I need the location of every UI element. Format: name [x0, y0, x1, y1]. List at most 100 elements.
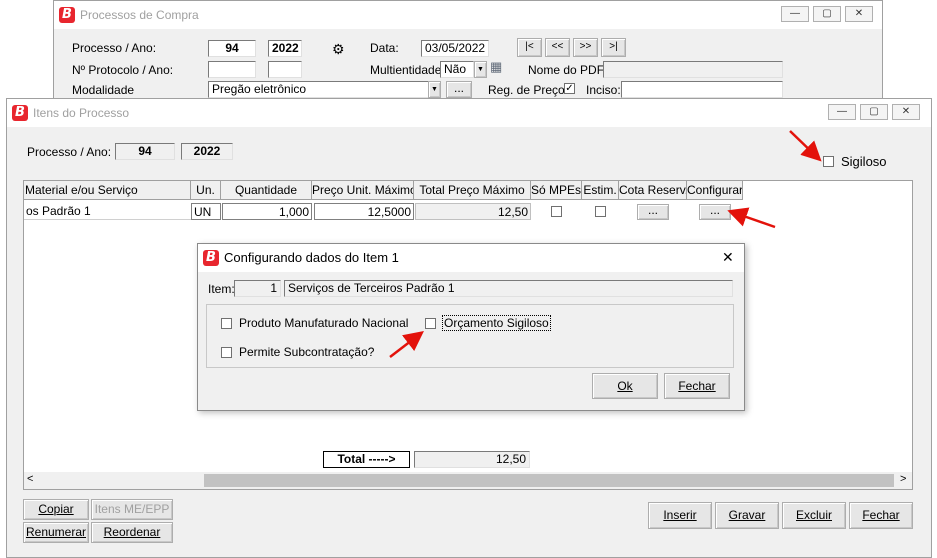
nome-pdf-field[interactable] [603, 61, 783, 78]
dialog-item-number: 1 [234, 280, 281, 297]
scroll-right-icon[interactable]: > [900, 473, 906, 485]
search-process-icon[interactable]: ⚙ [332, 41, 345, 58]
processos-titlebar[interactable]: B Processos de Compra — ▢ ✕ [54, 1, 882, 29]
nav-first-button[interactable]: |< [517, 38, 542, 57]
row-preco-unit-cell[interactable]: 12,5000 [314, 203, 414, 220]
minimize-icon[interactable]: — [781, 6, 809, 22]
nav-prev-button[interactable]: << [545, 38, 570, 57]
row-configurar-button[interactable]: ... [699, 204, 731, 220]
dialog-ok-button[interactable]: Ok [592, 373, 658, 399]
dialog-title: Configurando dados do Item 1 [224, 250, 399, 265]
row-cota-reserv-button[interactable]: ... [637, 204, 669, 220]
col-configurar-header[interactable]: Configurar [687, 181, 743, 200]
dialog-item-label: Item: [208, 282, 235, 296]
horizontal-scrollbar[interactable]: < > [24, 472, 912, 489]
scrollbar-thumb[interactable] [204, 474, 894, 487]
renumerar-label: Renumerar [25, 525, 87, 539]
row-total-cell: 12,50 [415, 203, 531, 220]
orcamento-sigiloso-label: Orçamento Sigiloso [442, 315, 551, 331]
itens-processo-field: 94 [115, 143, 175, 160]
minimize-icon[interactable]: — [828, 104, 856, 120]
produto-nacional-label: Produto Manufaturado Nacional [239, 316, 409, 330]
maximize-icon[interactable]: ▢ [860, 104, 888, 120]
dialog-fechar-label: Fechar [678, 379, 716, 393]
inserir-label: Inserir [663, 508, 697, 522]
data-field[interactable]: 03/05/2022 [421, 40, 489, 57]
maximize-icon[interactable]: ▢ [813, 6, 841, 22]
col-preco-unit-header[interactable]: Preço Unit. Máximo [312, 181, 414, 200]
itens-processo-label: Processo / Ano: [27, 145, 112, 159]
total-label: Total -----> [323, 451, 410, 468]
close-icon[interactable]: ✕ [845, 6, 873, 22]
row-material-cell[interactable]: os Padrão 1 [24, 203, 191, 220]
excluir-label: Excluir [795, 508, 832, 522]
dialog-close-icon[interactable]: ✕ [722, 249, 734, 266]
col-so-mpes-header[interactable]: Só MPEs [531, 181, 582, 200]
excluir-button[interactable]: Excluir [782, 502, 846, 529]
itens-title: Itens do Processo [33, 106, 130, 120]
processo-number-field[interactable]: 94 [208, 40, 256, 57]
row-un-cell[interactable]: UN [191, 203, 221, 220]
sigiloso-checkbox[interactable] [823, 156, 834, 167]
reordenar-label: Reordenar [103, 525, 161, 539]
configurar-item-dialog: B Configurando dados do Item 1 ✕ Item: 1… [197, 243, 745, 411]
app-logo-icon: B [12, 105, 28, 121]
copiar-button[interactable]: Copiar [23, 499, 89, 520]
produto-nacional-checkbox[interactable] [221, 318, 232, 329]
dialog-ok-label: Ok [617, 379, 633, 393]
processo-ano-label: Processo / Ano: [72, 41, 157, 55]
col-quantidade-header[interactable]: Quantidade [221, 181, 312, 200]
row-so-mpes-checkbox[interactable] [551, 206, 562, 217]
protocolo-year-field[interactable] [268, 61, 302, 78]
col-material-header[interactable]: Material e/ou Serviço [24, 181, 191, 200]
modalidade-label: Modalidade [72, 83, 135, 97]
processos-compra-window: B Processos de Compra — ▢ ✕ Processo / A… [53, 0, 883, 110]
gravar-button[interactable]: Gravar [715, 502, 779, 529]
itens-ano-field: 2022 [181, 143, 233, 160]
protocolo-ano-label: Nº Protocolo / Ano: [72, 63, 174, 77]
scroll-left-icon[interactable]: < [27, 473, 33, 485]
modalidade-select[interactable]: Pregão eletrônico [208, 81, 441, 98]
fechar-button[interactable]: Fechar [849, 502, 913, 529]
orcamento-sigiloso-checkbox[interactable] [425, 318, 436, 329]
row-estim-checkbox[interactable] [595, 206, 606, 217]
multientidade-select[interactable]: Não [440, 61, 474, 78]
nav-last-button[interactable]: >| [601, 38, 626, 57]
data-label: Data: [370, 41, 399, 55]
nav-next-button[interactable]: >> [573, 38, 598, 57]
total-value: 12,50 [414, 451, 530, 468]
building-icon[interactable]: ▦ [490, 59, 502, 75]
reg-preco-label: Reg. de Preço [488, 83, 565, 97]
protocolo-number-field[interactable] [208, 61, 256, 78]
dialog-fechar-button[interactable]: Fechar [664, 373, 730, 399]
processo-year-field[interactable]: 2022 [268, 40, 302, 57]
chevron-down-icon[interactable]: ▼ [428, 81, 441, 98]
col-total-header[interactable]: Total Preço Máximo [414, 181, 531, 200]
subcontratacao-checkbox[interactable] [221, 347, 232, 358]
multientidade-label: Multientidade: [370, 63, 445, 77]
fechar-label: Fechar [862, 508, 900, 522]
app-logo-icon: B [203, 250, 219, 266]
reordenar-button[interactable]: Reordenar [91, 522, 173, 543]
inserir-button[interactable]: Inserir [648, 502, 712, 529]
renumerar-button[interactable]: Renumerar [23, 522, 89, 543]
row-quantidade-cell[interactable]: 1,000 [222, 203, 312, 220]
itens-me-epp-button[interactable]: Itens ME/EPP [91, 499, 173, 520]
col-cota-header[interactable]: Cota Reserv. [619, 181, 687, 200]
close-icon[interactable]: ✕ [892, 104, 920, 120]
dialog-titlebar[interactable]: B Configurando dados do Item 1 ✕ [198, 244, 744, 272]
orcamento-sigiloso-text: Orçamento Sigiloso [444, 316, 549, 330]
gravar-label: Gravar [728, 508, 766, 522]
modalidade-ellipsis-button[interactable]: ... [446, 81, 472, 98]
chevron-down-icon[interactable]: ▼ [474, 61, 487, 78]
itens-titlebar[interactable]: B Itens do Processo — ▢ ✕ [7, 99, 931, 127]
col-estim-header[interactable]: Estim. [582, 181, 619, 200]
sigiloso-label: Sigiloso [841, 154, 887, 169]
processos-title: Processos de Compra [80, 8, 199, 22]
subcontratacao-label: Permite Subcontratação? [239, 345, 375, 359]
inciso-field[interactable] [621, 81, 783, 98]
dialog-item-description: Serviços de Terceiros Padrão 1 [284, 280, 733, 297]
reg-preco-checkbox[interactable]: ✓ [564, 83, 575, 94]
col-un-header[interactable]: Un. [191, 181, 221, 200]
inciso-label: Inciso: [586, 83, 621, 97]
